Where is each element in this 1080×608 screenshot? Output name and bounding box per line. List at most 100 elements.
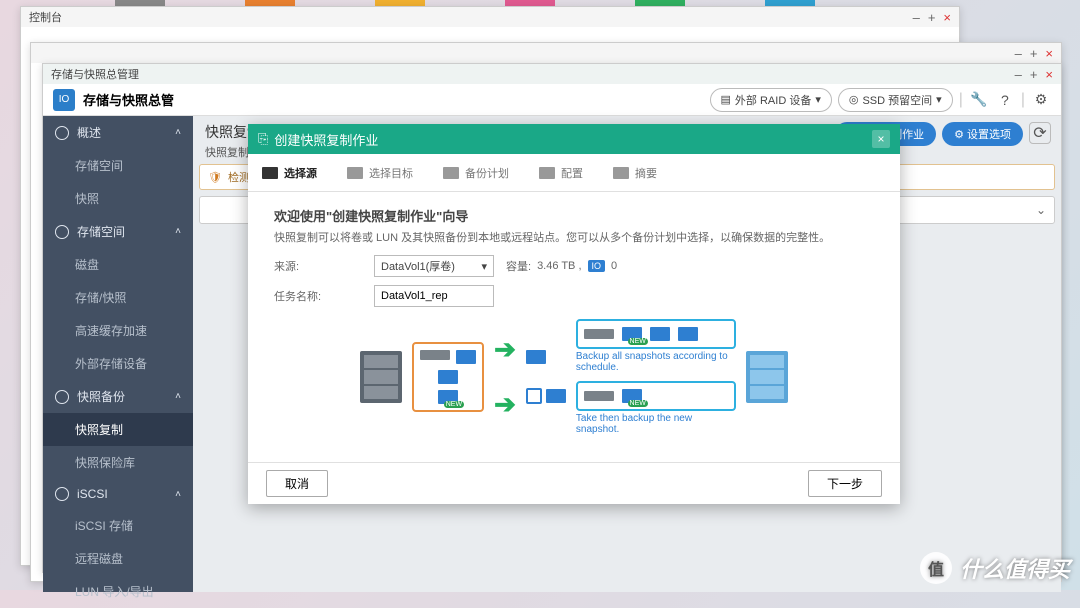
console-title: 控制台 <box>29 9 62 25</box>
disk-icon <box>262 167 278 179</box>
source-nas-icon <box>360 351 402 403</box>
sidebar-iscsi[interactable]: iSCSI˄ <box>43 479 193 509</box>
step-summary[interactable]: 摘要 <box>613 165 657 181</box>
volume-icon <box>584 329 614 339</box>
sidebar-item-lun-import-export[interactable]: LUN 导入/导出 <box>43 575 193 608</box>
sliders-icon <box>539 167 555 179</box>
storage-window: 存储与快照总管理 – + × IO 存储与快照总管 ▤ 外部 RAID 设备▾ … <box>42 63 1062 573</box>
arrow-icon: ➔ <box>494 334 516 365</box>
modal-icon: ⎘ <box>258 131 268 147</box>
source-label: 来源: <box>274 258 374 274</box>
option-backup-all[interactable] <box>576 319 736 349</box>
snapshot-new-icon <box>622 389 642 403</box>
sidebar-item-external-storage[interactable]: 外部存储设备 <box>43 347 193 380</box>
gear-icon[interactable]: ⚙ <box>1031 90 1051 110</box>
watermark-badge: 值 <box>920 552 952 584</box>
chevron-down-icon: ▾ <box>481 260 487 273</box>
sidebar-item-snapshot-replica[interactable]: 快照复制 <box>43 413 193 446</box>
step-select-source[interactable]: 选择源 <box>262 165 317 181</box>
sidebar-item-snapshot[interactable]: 快照 <box>43 182 193 215</box>
ssd-reserve-button[interactable]: ◎ SSD 预留空间▾ <box>838 88 953 112</box>
modal-title: 创建快照复制作业 <box>274 130 378 149</box>
step-select-target[interactable]: 选择目标 <box>347 165 413 181</box>
snapshot-new-icon <box>438 390 458 404</box>
next-button[interactable]: 下一步 <box>808 470 882 497</box>
arrow-icon: ➔ <box>494 389 516 420</box>
wrench-icon[interactable]: 🔧 <box>969 90 989 110</box>
sidebar-storage[interactable]: 存储空间˄ <box>43 215 193 248</box>
snapshot-plus-icon <box>526 350 546 364</box>
chevron-up-icon: ˄ <box>175 489 181 500</box>
ssd-icon: ◎ <box>849 93 859 106</box>
window-controls: – + × <box>1015 67 1053 82</box>
chevron-down-icon: ▾ <box>936 93 942 106</box>
flow-diagram: ➔ ➔ Backup all snapshot <box>274 319 874 435</box>
storage-subtitle: 存储与快照总管理 <box>51 66 139 82</box>
chevron-up-icon: ˄ <box>175 127 181 138</box>
volume-icon <box>584 391 614 401</box>
cancel-button[interactable]: 取消 <box>266 470 328 497</box>
clock-icon <box>55 126 69 140</box>
source-select[interactable]: DataVol1(厚卷)▾ <box>374 255 494 277</box>
option2-caption: Take then backup the new snapshot. <box>576 413 736 435</box>
source-snapshots-box <box>412 342 484 412</box>
snapshot-icon <box>678 327 698 341</box>
wizard-description: 快照复制可以将卷或 LUN 及其快照备份到本地或远程站点。您可以从多个备份计划中… <box>274 229 874 245</box>
external-raid-button[interactable]: ▤ 外部 RAID 设备▾ <box>710 88 832 112</box>
create-snapshot-job-modal: ⎘ 创建快照复制作业 × 选择源 选择目标 备份计划 配置 摘要 欢迎使用"创建… <box>248 124 900 504</box>
summary-icon <box>613 167 629 179</box>
volume-icon <box>420 350 450 360</box>
camera-icon <box>55 390 69 404</box>
option-take-then-backup[interactable] <box>576 381 736 411</box>
chevron-down-icon: ▾ <box>815 93 821 106</box>
raid-icon: ▤ <box>721 93 731 106</box>
help-icon[interactable]: ? <box>995 90 1015 110</box>
step-configure[interactable]: 配置 <box>539 165 583 181</box>
app-icon: IO <box>53 89 75 111</box>
chevron-down-icon: ⌄ <box>1036 203 1046 217</box>
maximize-icon[interactable]: + <box>1030 46 1038 61</box>
chevron-up-icon: ˄ <box>175 226 181 237</box>
option1-caption: Backup all snapshots according to schedu… <box>576 351 736 373</box>
modal-close-button[interactable]: × <box>872 130 890 148</box>
maximize-icon[interactable]: + <box>1030 67 1038 82</box>
shield-icon: 🛡 <box>208 171 222 184</box>
sidebar-item-remote-disk[interactable]: 远程磁盘 <box>43 542 193 575</box>
minimize-icon[interactable]: – <box>913 10 920 25</box>
target-nas-icon <box>746 351 788 403</box>
storage-toolbar: IO 存储与快照总管 ▤ 外部 RAID 设备▾ ◎ SSD 预留空间▾ | 🔧… <box>43 84 1061 116</box>
step-backup-plan[interactable]: 备份计划 <box>443 165 509 181</box>
snapshot-icon <box>456 350 476 364</box>
sidebar-item-cache-accel[interactable]: 高速缓存加速 <box>43 314 193 347</box>
snapshot-new-icon <box>622 327 642 341</box>
snapshot-plus-icon <box>546 389 566 403</box>
snapshot-icon <box>438 370 458 384</box>
window-controls: – + × <box>913 10 951 25</box>
close-icon[interactable]: × <box>943 10 951 25</box>
wizard-steps: 选择源 选择目标 备份计划 配置 摘要 <box>248 154 900 192</box>
settings-options-button[interactable]: ⚙ 设置选项 <box>942 122 1023 146</box>
sidebar-item-storage-space[interactable]: 存储空间 <box>43 149 193 182</box>
sidebar-item-iscsi-storage[interactable]: iSCSI 存储 <box>43 509 193 542</box>
refresh-icon[interactable]: ⟳ <box>1029 122 1051 144</box>
task-name-input[interactable] <box>374 285 494 307</box>
sidebar-item-snapshot-vault[interactable]: 快照保险库 <box>43 446 193 479</box>
sidebar-item-disks[interactable]: 磁盘 <box>43 248 193 281</box>
maximize-icon[interactable]: + <box>928 10 936 25</box>
chevron-up-icon: ˄ <box>175 391 181 402</box>
schedule-icon <box>526 388 542 404</box>
sidebar: 概述˄ 存储空间 快照 存储空间˄ 磁盘 存储/快照 高速缓存加速 外部存储设备… <box>43 116 193 592</box>
calendar-icon <box>443 167 459 179</box>
minimize-icon[interactable]: – <box>1015 67 1022 82</box>
iscsi-icon <box>55 487 69 501</box>
storage-icon <box>55 225 69 239</box>
window-controls: – + × <box>1015 46 1053 61</box>
close-icon[interactable]: × <box>1045 67 1053 82</box>
sidebar-overview[interactable]: 概述˄ <box>43 116 193 149</box>
minimize-icon[interactable]: – <box>1015 46 1022 61</box>
sidebar-item-storage-snapshot[interactable]: 存储/快照 <box>43 281 193 314</box>
target-icon <box>347 167 363 179</box>
close-icon[interactable]: × <box>1045 46 1053 61</box>
sidebar-snapshot-backup[interactable]: 快照备份˄ <box>43 380 193 413</box>
app-title: 存储与快照总管 <box>83 90 174 109</box>
